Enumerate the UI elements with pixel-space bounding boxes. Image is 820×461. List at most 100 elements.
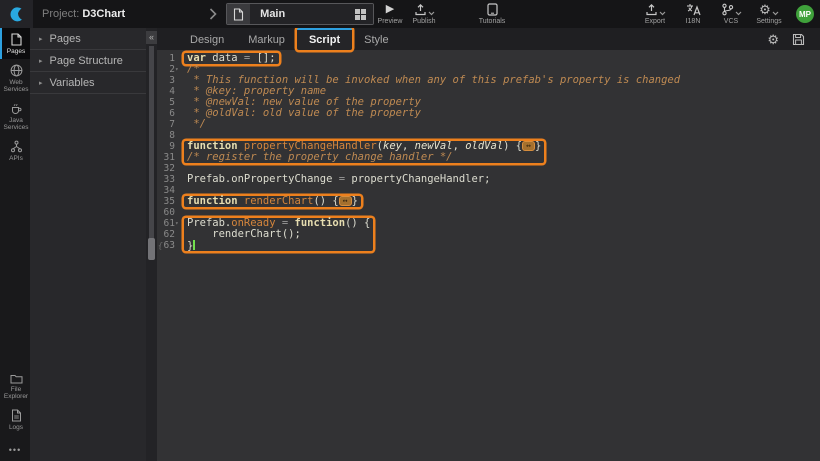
section-label: Pages: [50, 33, 81, 45]
tutorials-button[interactable]: Tutorials: [478, 3, 506, 25]
user-avatar[interactable]: MP: [796, 5, 814, 23]
code-line[interactable]: renderChart();: [187, 229, 370, 240]
rail-label: Java Services: [2, 117, 30, 131]
line-number: 62: [164, 229, 175, 240]
gutter-row: 61▾: [157, 218, 181, 229]
wavemaker-logo-icon[interactable]: [0, 0, 33, 28]
pages-panel: ▸ Pages ▸ Page Structure ▸ Variables: [30, 28, 146, 461]
panel-section-variables[interactable]: ▸ Variables: [30, 72, 146, 94]
code-content[interactable]: var data = [];/* * This function will be…: [181, 50, 680, 461]
section-arrow-icon: ▸: [39, 79, 43, 87]
project-label: Project:: [42, 8, 79, 20]
tutorial-highlight-box: Prefab.onReady = function() { renderChar…: [184, 218, 373, 251]
page-file-icon: [227, 4, 250, 24]
save-icon[interactable]: [792, 33, 805, 46]
line-number-gutter: 12▾345678931323334356061▾62{63: [157, 50, 181, 461]
tab-script[interactable]: Script: [297, 28, 352, 50]
panel-section-page-structure[interactable]: ▸ Page Structure: [30, 50, 146, 72]
preview-button[interactable]: ▶ Preview: [376, 3, 404, 25]
line-number: 5: [169, 97, 175, 108]
tab-design[interactable]: Design: [178, 28, 236, 50]
line-number: 4: [169, 86, 175, 97]
panel-section-pages[interactable]: ▸ Pages: [30, 28, 146, 50]
publish-icon: [414, 3, 427, 16]
tab-style[interactable]: Style: [352, 28, 400, 50]
code-line[interactable]: var data = [];: [187, 53, 276, 64]
caret-down-icon: [772, 11, 779, 16]
publish-button[interactable]: Publish: [410, 3, 438, 25]
fold-open-icon[interactable]: ▾: [175, 64, 181, 75]
line-number: 61: [164, 218, 175, 229]
page-tab-main[interactable]: Main: [226, 3, 374, 25]
folder-icon: [10, 373, 23, 384]
export-label: Export: [645, 18, 665, 25]
rail-label: Pages: [7, 48, 25, 55]
rail-item-apis[interactable]: APIs: [0, 135, 30, 166]
code-line[interactable]: Prefab.onPropertyChange = propertyChange…: [187, 174, 680, 185]
line-number: 34: [164, 185, 175, 196]
project-breadcrumb: Project: D3Chart: [42, 8, 125, 20]
line-number: 1: [169, 53, 175, 64]
line-number: 33: [164, 174, 175, 185]
code-editor[interactable]: 12▾345678931323334356061▾62{63 var data …: [157, 50, 820, 461]
chevron-right-icon[interactable]: [209, 8, 217, 20]
grid-view-icon[interactable]: [348, 4, 373, 24]
code-line[interactable]: */: [187, 119, 680, 130]
more-options-icon[interactable]: •••: [0, 445, 30, 455]
code-line[interactable]: function renderChart() {↔}: [187, 196, 358, 207]
rail-label: Logs: [9, 424, 23, 431]
scrollbar-thumb[interactable]: [148, 238, 155, 260]
export-button[interactable]: Export: [641, 3, 669, 25]
project-name: D3Chart: [82, 8, 125, 20]
code-line[interactable]: }: [187, 240, 370, 251]
fold-open-icon[interactable]: ▾: [175, 218, 181, 229]
rail-item-file-explorer[interactable]: File Explorer: [0, 368, 30, 404]
rail-label: Web Services: [2, 79, 30, 93]
code-line[interactable]: /* register the property change handler …: [187, 152, 541, 163]
collapse-panel-button[interactable]: «: [146, 31, 157, 44]
pages-icon: [10, 33, 22, 46]
i18n-label: I18N: [686, 18, 701, 25]
line-number: 7: [169, 119, 175, 130]
i18n-button[interactable]: I18N: [679, 3, 707, 25]
code-line[interactable]: * @oldVal: old value of the property: [187, 108, 680, 119]
caret-down-icon: [659, 11, 666, 16]
caret-down-icon: [428, 11, 435, 16]
line-number: 60: [164, 207, 175, 218]
line-number: 32: [164, 163, 175, 174]
gutter-row: 35: [157, 196, 181, 207]
rail-item-pages[interactable]: Pages: [0, 28, 30, 59]
left-icon-rail: Pages Web Services Java Services APIs Fi…: [0, 28, 30, 461]
gutter-row: 9: [157, 141, 181, 152]
gutter-row: 34: [157, 185, 181, 196]
rail-item-java-services[interactable]: Java Services: [0, 97, 30, 135]
script-settings-gear-icon[interactable]: ⚙: [767, 33, 779, 46]
rail-item-web-services[interactable]: Web Services: [0, 59, 30, 97]
caret-down-icon: [735, 11, 742, 16]
gutter-row: 4: [157, 86, 181, 97]
tutorials-icon: [487, 3, 498, 16]
logs-document-icon: [11, 409, 22, 422]
gutter-row: 6: [157, 108, 181, 119]
scrollbar-track[interactable]: [149, 46, 154, 258]
settings-button[interactable]: ⚙ Settings: [755, 3, 783, 25]
gutter-row: 62: [157, 229, 181, 240]
text-cursor: [193, 240, 195, 250]
line-number: 6: [169, 108, 175, 119]
tutorials-label: Tutorials: [479, 18, 506, 25]
folded-code-widget[interactable]: ↔: [339, 196, 352, 206]
line-number: 8: [169, 130, 175, 141]
rail-label: APIs: [9, 155, 23, 162]
gutter-row: 33: [157, 174, 181, 185]
editor-tab-bar: Design Markup Script Style ⚙: [157, 28, 820, 50]
tab-markup[interactable]: Markup: [236, 28, 297, 50]
gutter-row: 2▾: [157, 64, 181, 75]
rail-item-logs[interactable]: Logs: [0, 404, 30, 435]
gutter-row: 7: [157, 119, 181, 130]
gutter-row: 5: [157, 97, 181, 108]
coffee-cup-icon: [10, 102, 23, 115]
folded-code-widget[interactable]: ↔: [522, 141, 535, 151]
vcs-button[interactable]: VCS: [717, 3, 745, 25]
gutter-row: 8: [157, 130, 181, 141]
panel-splitter[interactable]: «: [146, 28, 157, 461]
